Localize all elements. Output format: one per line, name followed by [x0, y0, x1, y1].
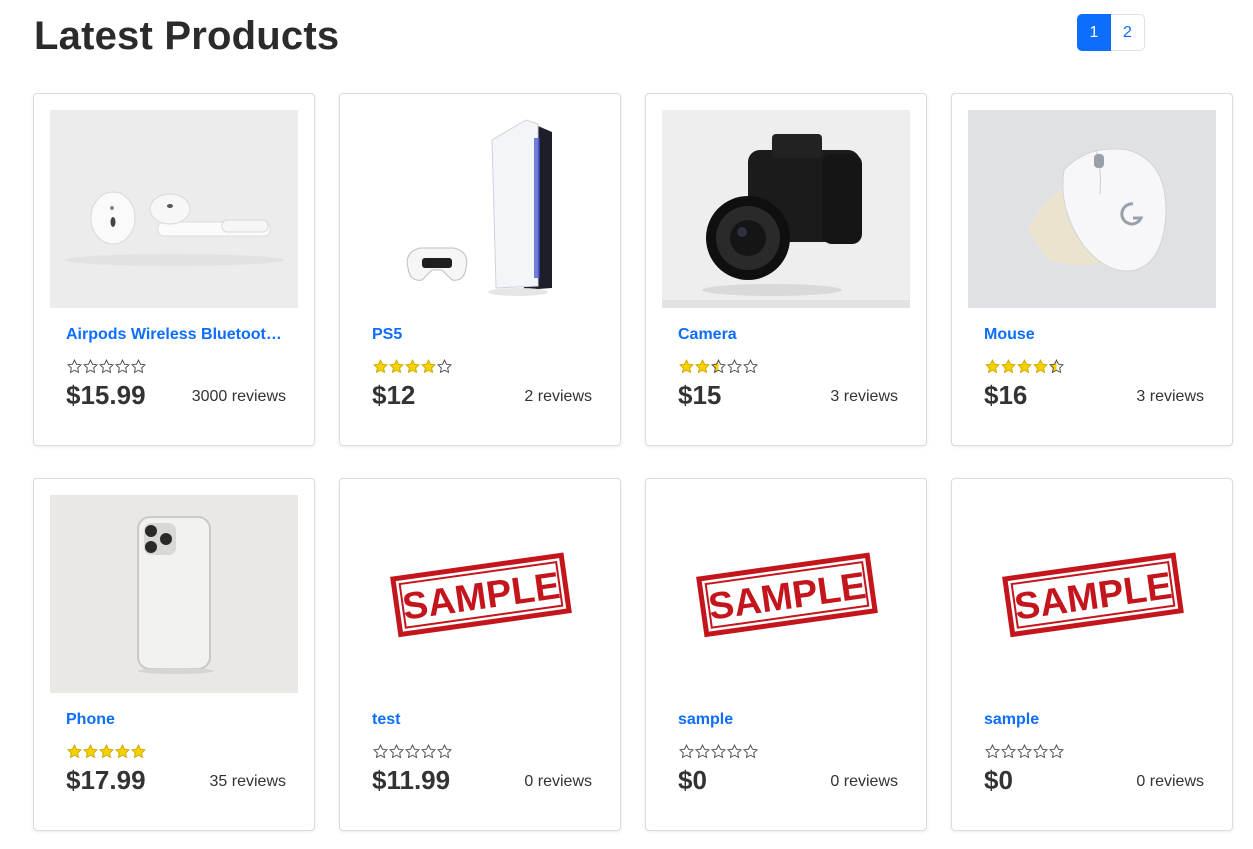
- star-full-icon: [389, 359, 404, 374]
- product-image-phone[interactable]: [50, 495, 298, 693]
- rating-stars: [373, 359, 452, 374]
- star-empty-icon: [1033, 744, 1048, 759]
- product-image-ps5[interactable]: [356, 110, 604, 308]
- rating-stars: [985, 744, 1064, 759]
- rating-stars: [985, 359, 1064, 374]
- product-title[interactable]: Phone: [66, 711, 286, 729]
- review-count: 3000 reviews: [191, 388, 286, 405]
- star-empty-icon: [727, 744, 742, 759]
- product-price: $0: [678, 765, 707, 795]
- star-full-icon: [985, 359, 1000, 374]
- product-price: $11.99: [372, 765, 451, 795]
- star-full-icon: [131, 744, 146, 759]
- rating-stars: [679, 359, 758, 374]
- page-title: Latest Products: [34, 14, 340, 58]
- product-price: $15.99: [66, 380, 146, 410]
- star-half-icon: [1049, 359, 1064, 374]
- product-title[interactable]: test: [372, 711, 592, 729]
- star-full-icon: [1001, 359, 1016, 374]
- product-price: $15: [678, 380, 722, 410]
- star-empty-icon: [437, 359, 452, 374]
- rating-stars: [67, 359, 146, 374]
- product-image-airpods[interactable]: [50, 110, 298, 308]
- star-empty-icon: [743, 359, 758, 374]
- product-title[interactable]: Mouse: [984, 326, 1204, 344]
- product-title[interactable]: Airpods Wireless Bluetooth Headphones: [66, 326, 286, 344]
- review-count: 0 reviews: [524, 773, 592, 790]
- review-count: 3 reviews: [830, 388, 898, 405]
- star-empty-icon: [1049, 744, 1064, 759]
- product-title[interactable]: PS5: [372, 326, 592, 344]
- star-full-icon: [1017, 359, 1032, 374]
- star-empty-icon: [711, 744, 726, 759]
- rating-stars: [679, 744, 758, 759]
- rating-stars: [373, 744, 452, 759]
- star-full-icon: [405, 359, 420, 374]
- star-empty-icon: [437, 744, 452, 759]
- product-price: $17.99: [66, 765, 146, 795]
- page-1-button[interactable]: 1: [1077, 14, 1111, 51]
- star-empty-icon: [99, 359, 114, 374]
- review-count: 0 reviews: [1136, 773, 1204, 790]
- product-image-sample[interactable]: SAMPLE: [968, 495, 1216, 693]
- star-empty-icon: [131, 359, 146, 374]
- product-card: SAMPLE test $11.99 0 reviews: [339, 478, 621, 831]
- star-empty-icon: [389, 744, 404, 759]
- product-card: PS5 $12 2 reviews: [339, 93, 621, 446]
- star-empty-icon: [679, 744, 694, 759]
- product-card: Phone $17.99 35 reviews: [33, 478, 315, 831]
- product-card: Camera $15 3 reviews: [645, 93, 927, 446]
- star-full-icon: [679, 359, 694, 374]
- product-image-camera[interactable]: [662, 110, 910, 308]
- page-2-button[interactable]: 2: [1111, 14, 1145, 51]
- review-count: 3 reviews: [1136, 388, 1204, 405]
- star-empty-icon: [405, 744, 420, 759]
- star-empty-icon: [695, 744, 710, 759]
- product-card: SAMPLE sample $0 0 reviews: [951, 478, 1233, 831]
- product-image-sample[interactable]: SAMPLE: [662, 495, 910, 693]
- product-card: Mouse $16 3 reviews: [951, 93, 1233, 446]
- star-empty-icon: [743, 744, 758, 759]
- star-empty-icon: [727, 359, 742, 374]
- star-full-icon: [373, 359, 388, 374]
- product-card: SAMPLE sample $0 0 reviews: [645, 478, 927, 831]
- star-full-icon: [115, 744, 130, 759]
- product-image-mouse[interactable]: [968, 110, 1216, 308]
- star-full-icon: [1033, 359, 1048, 374]
- star-empty-icon: [67, 359, 82, 374]
- product-title[interactable]: Camera: [678, 326, 898, 344]
- product-image-sample[interactable]: SAMPLE: [356, 495, 604, 693]
- star-full-icon: [83, 744, 98, 759]
- star-full-icon: [421, 359, 436, 374]
- review-count: 2 reviews: [524, 388, 592, 405]
- product-price: $0: [984, 765, 1013, 795]
- star-empty-icon: [985, 744, 1000, 759]
- star-empty-icon: [83, 359, 98, 374]
- review-count: 35 reviews: [209, 773, 286, 790]
- product-price: $16: [984, 380, 1028, 410]
- product-card: Airpods Wireless Bluetooth Headphones $1…: [33, 93, 315, 446]
- star-full-icon: [695, 359, 710, 374]
- star-half-icon: [711, 359, 726, 374]
- star-full-icon: [67, 744, 82, 759]
- product-title[interactable]: sample: [984, 711, 1204, 729]
- star-empty-icon: [373, 744, 388, 759]
- star-empty-icon: [115, 359, 130, 374]
- star-empty-icon: [1017, 744, 1032, 759]
- star-empty-icon: [421, 744, 436, 759]
- product-price: $12: [372, 380, 416, 410]
- pagination: 1 2: [1077, 14, 1145, 51]
- star-full-icon: [99, 744, 114, 759]
- rating-stars: [67, 744, 146, 759]
- star-empty-icon: [1001, 744, 1016, 759]
- review-count: 0 reviews: [830, 773, 898, 790]
- product-title[interactable]: sample: [678, 711, 898, 729]
